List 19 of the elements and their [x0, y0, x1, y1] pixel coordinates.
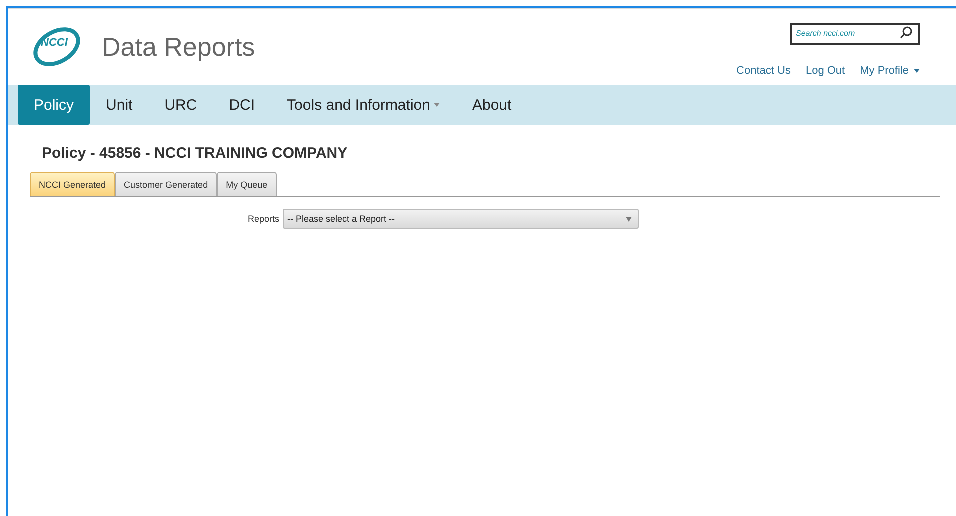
tab[interactable]: My Queue	[217, 172, 277, 196]
nav-item[interactable]: URC	[148, 85, 214, 125]
nav-item[interactable]: Unit	[90, 85, 149, 125]
header-link[interactable]: Log Out	[806, 64, 846, 76]
report-dropdown[interactable]: -- Please select a Report --	[282, 209, 639, 229]
tab[interactable]: NCCI Generated	[30, 172, 116, 196]
caret-icon	[626, 216, 632, 222]
header-link[interactable]: My Profile	[860, 64, 920, 76]
search-field[interactable]: Search ncci.com	[790, 22, 920, 44]
header-link[interactable]: Contact Us	[736, 64, 791, 76]
tab[interactable]: Customer Generated	[115, 172, 218, 196]
nav-item[interactable]: Tools and Information	[271, 85, 456, 125]
nav-item[interactable]: DCI	[213, 85, 272, 125]
page-title: Policy - 45856 - NCCI TRAINING COMPANY	[42, 145, 349, 162]
nav-item[interactable]: Policy	[18, 85, 90, 125]
app-title: Data Reports	[102, 32, 256, 62]
search-icon[interactable]	[900, 26, 913, 39]
nav-item[interactable]: About	[456, 85, 528, 125]
field-label: Reports	[248, 214, 280, 224]
